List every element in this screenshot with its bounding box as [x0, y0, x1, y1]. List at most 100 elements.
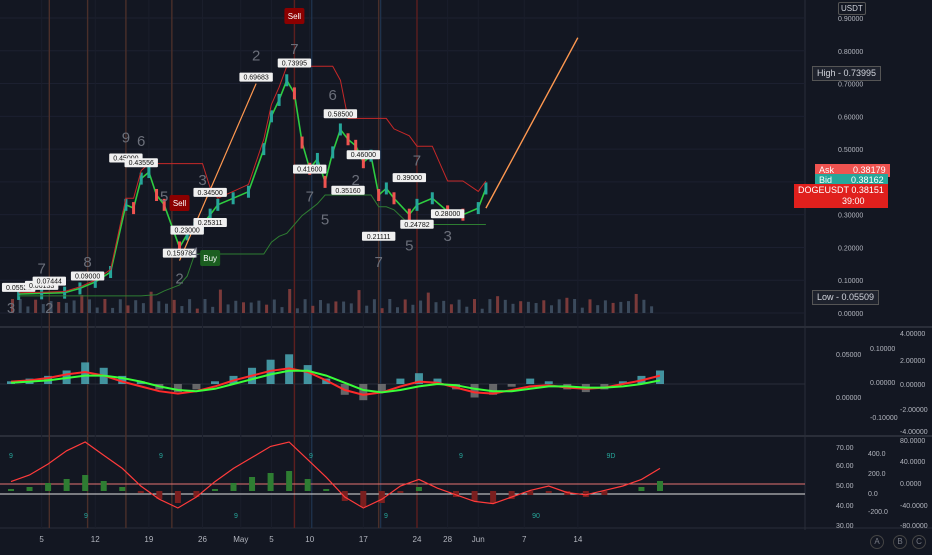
- volume-bar: [411, 304, 415, 313]
- low-value: 0.05509: [841, 292, 875, 302]
- volume-bar: [126, 305, 130, 313]
- event-lines: [48, 0, 418, 528]
- signal-label: Sell: [288, 12, 302, 21]
- osc-bar: [137, 491, 144, 493]
- price-tick-label: 0.50000: [838, 147, 863, 154]
- histogram-bar: [396, 378, 405, 384]
- wave-count: 3: [443, 228, 451, 245]
- candle: [262, 143, 266, 156]
- volume-bar: [480, 308, 484, 313]
- point-label: 0.24782: [404, 222, 429, 229]
- histogram-bar: [544, 381, 553, 384]
- candle: [285, 74, 289, 87]
- point-label: 0.58500: [328, 111, 353, 118]
- volume-bar: [165, 303, 168, 313]
- point-label: 0.46000: [351, 152, 376, 159]
- pane3-inner-tick: -200.0: [868, 509, 888, 516]
- pane3-tick: 30.00: [836, 523, 854, 530]
- wave-count: 7: [290, 41, 298, 58]
- volume-bar: [365, 305, 369, 313]
- price-tick-label: 0.30000: [838, 213, 863, 220]
- pane3-right-tick: 0.0000: [900, 481, 922, 488]
- slow-line: [10, 369, 661, 394]
- wave-count: 4: [191, 244, 199, 261]
- volume-bar: [449, 304, 453, 313]
- wave-count: 6: [137, 133, 145, 150]
- pane3-tick: 70.00: [836, 445, 854, 452]
- candle: [300, 136, 304, 149]
- time-tick-label: 19: [144, 535, 153, 544]
- signal-label: Sell: [173, 199, 187, 208]
- pane3-tick: 40.00: [836, 503, 854, 510]
- candle: [377, 189, 381, 201]
- histogram-bar: [303, 365, 312, 384]
- time-tick-label: 17: [359, 535, 368, 544]
- osc-bar: [638, 487, 645, 491]
- osc-bar: [323, 489, 330, 491]
- projection-line: [485, 37, 579, 209]
- candle: [484, 182, 488, 195]
- osc-bar: [26, 487, 33, 491]
- wave-count: 7: [413, 153, 421, 170]
- log-scale-icon[interactable]: B: [893, 535, 907, 549]
- price-tick-label: 0.60000: [838, 114, 863, 121]
- volume-bar: [18, 299, 22, 313]
- candle: [63, 286, 67, 299]
- time-tick-label: 12: [91, 535, 100, 544]
- osc-bar: [490, 491, 497, 503]
- point-label: 0.73995: [282, 60, 307, 67]
- pane3-inner-tick: 0.0: [868, 491, 878, 498]
- volume-bar: [272, 299, 276, 313]
- volume-bar: [34, 299, 38, 313]
- pane2-right-tick: -2.00000: [900, 407, 928, 414]
- volume-bar: [496, 296, 500, 313]
- volume-bar: [172, 299, 176, 313]
- signal-marker: 9: [84, 513, 88, 520]
- candle: [415, 198, 419, 211]
- volume-bar: [596, 305, 600, 313]
- time-tick-label: 7: [522, 535, 527, 544]
- point-label: 0.69683: [243, 75, 268, 82]
- currency-badge[interactable]: USDT: [838, 2, 866, 15]
- wave-count: 8: [83, 254, 91, 271]
- osc-bar: [304, 479, 311, 491]
- volume-bar: [488, 299, 492, 313]
- candle: [407, 208, 411, 221]
- osc-bar: [397, 491, 404, 493]
- auto-scale-icon[interactable]: A: [870, 535, 884, 549]
- volume-bar: [265, 304, 269, 313]
- osc-bar: [286, 471, 293, 491]
- pane3-tick: 50.00: [836, 483, 854, 490]
- chart-canvas[interactable]: 0.055220.061330.074440.090000.450000.435…: [0, 0, 932, 550]
- candle: [346, 133, 350, 146]
- volume-bar: [534, 303, 538, 313]
- volume-bar: [473, 299, 476, 313]
- price-tick-label: 0.10000: [838, 278, 863, 285]
- volume-bar: [118, 299, 122, 313]
- volume-bar: [111, 307, 115, 313]
- volume-bar: [334, 301, 338, 313]
- time-tick-label: Jun: [472, 535, 485, 544]
- point-label: 0.41600: [297, 167, 322, 174]
- wave-count: 7: [375, 254, 383, 271]
- volume-bar: [542, 300, 546, 313]
- volume-bar: [242, 302, 245, 313]
- settings-scale-icon[interactable]: C: [912, 535, 926, 549]
- signal-marker: 9: [384, 513, 388, 520]
- volume-bar: [619, 301, 623, 313]
- volume-bar: [357, 290, 361, 313]
- fast-line: [10, 367, 661, 396]
- candle: [338, 123, 342, 136]
- osc-bar: [230, 483, 237, 491]
- volume-bar: [603, 300, 607, 313]
- volume-bar: [503, 299, 507, 313]
- volume-bar: [565, 297, 569, 313]
- volume-bar: [588, 299, 592, 313]
- wave-count: 3: [198, 172, 206, 189]
- time-tick-label: 28: [443, 535, 452, 544]
- wave-count: 7: [37, 261, 45, 278]
- volume-bar: [642, 299, 646, 313]
- wave-count: 2: [352, 172, 360, 189]
- candle: [147, 166, 151, 179]
- volume-bar: [457, 299, 461, 313]
